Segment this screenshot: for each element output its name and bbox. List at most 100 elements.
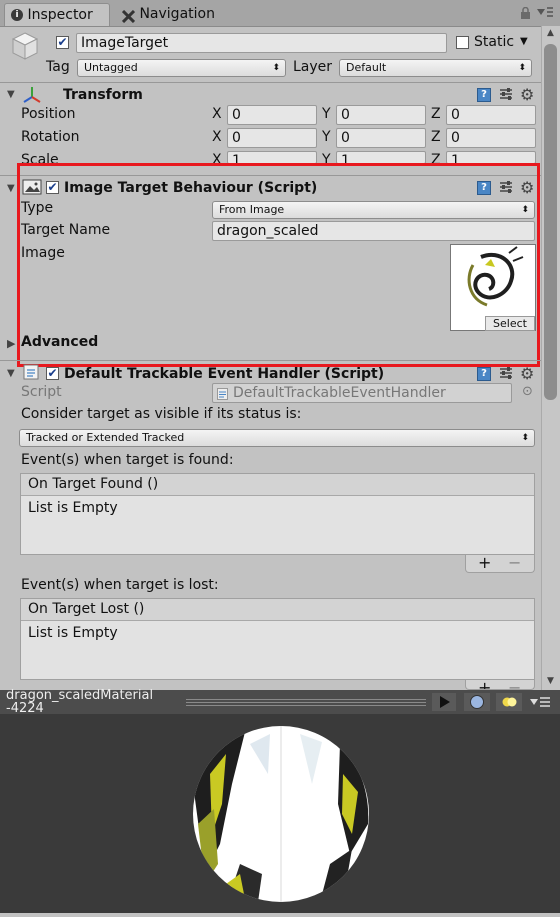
add-event-button[interactable]: + bbox=[478, 553, 491, 572]
preview-menu-icon[interactable] bbox=[528, 694, 552, 714]
found-list-empty: List is Empty bbox=[28, 500, 118, 516]
tab-navigation-label: Navigation bbox=[139, 6, 215, 22]
tab-bar: i Inspector Navigation bbox=[0, 0, 560, 27]
scrollbar-thumb[interactable] bbox=[544, 44, 557, 400]
rotation-y-label[interactable]: Y bbox=[322, 127, 331, 147]
position-z-label[interactable]: Z bbox=[431, 104, 441, 124]
sphere-icon bbox=[470, 695, 484, 709]
gear-icon[interactable]: ⚙ bbox=[520, 364, 534, 383]
preview-light-button[interactable] bbox=[496, 693, 522, 711]
static-dropdown-icon[interactable]: ▼ bbox=[520, 36, 528, 47]
rotation-x-field[interactable]: 0 bbox=[227, 128, 317, 148]
info-icon: i bbox=[11, 9, 23, 21]
event-handler-enabled-checkbox[interactable]: ✔ bbox=[46, 367, 59, 380]
preset-icon[interactable] bbox=[499, 87, 513, 105]
tag-value: Untagged bbox=[84, 61, 138, 74]
drag-handle[interactable] bbox=[186, 699, 426, 700]
gear-icon[interactable]: ⚙ bbox=[520, 85, 534, 104]
material-name: dragon_scaledMaterial -4224 bbox=[6, 689, 153, 715]
scroll-down-arrow-icon[interactable]: ▼ bbox=[544, 676, 557, 688]
material-preview[interactable] bbox=[0, 714, 560, 913]
type-label: Type bbox=[21, 200, 54, 216]
help-icon[interactable]: ? bbox=[477, 181, 491, 195]
position-x-label[interactable]: X bbox=[212, 104, 222, 124]
target-name-field[interactable]: dragon_scaled bbox=[212, 221, 535, 241]
layer-dropdown[interactable]: Default ⬍ bbox=[339, 59, 532, 77]
scale-y-field[interactable]: 1 bbox=[336, 151, 426, 164]
object-picker-icon[interactable]: ⊙ bbox=[522, 384, 533, 399]
position-y-label[interactable]: Y bbox=[322, 104, 331, 124]
on-target-found-list[interactable]: On Target Found () List is Empty bbox=[20, 473, 535, 555]
navigation-icon bbox=[121, 8, 136, 23]
tag-label: Tag bbox=[46, 59, 70, 75]
light-icon bbox=[502, 697, 517, 707]
image-component-icon bbox=[22, 178, 42, 200]
script-value: DefaultTrackableEventHandler bbox=[233, 385, 446, 401]
tab-navigation[interactable]: Navigation bbox=[116, 3, 236, 26]
static-checkbox[interactable] bbox=[456, 36, 469, 49]
layer-value: Default bbox=[346, 61, 387, 74]
type-dropdown[interactable]: From Image ⬍ bbox=[212, 201, 535, 219]
gameobject-name-field[interactable]: ImageTarget bbox=[76, 33, 447, 53]
static-label: Static bbox=[474, 34, 515, 50]
gameobject-cube-icon bbox=[10, 30, 40, 66]
scale-z-label[interactable]: Z bbox=[431, 150, 441, 164]
advanced-foldout-arrow-icon[interactable]: ▶ bbox=[7, 337, 15, 350]
play-preview-button[interactable] bbox=[432, 693, 456, 711]
rotation-x-label[interactable]: X bbox=[212, 127, 222, 147]
lock-icon[interactable] bbox=[520, 6, 531, 24]
scale-y-label[interactable]: Y bbox=[322, 150, 331, 164]
type-dropdown-arrow-icon: ⬍ bbox=[521, 205, 529, 215]
image-label: Image bbox=[21, 245, 65, 261]
add-event-button[interactable]: + bbox=[478, 680, 491, 689]
scale-x-label[interactable]: X bbox=[212, 150, 222, 164]
gameobject-active-checkbox[interactable]: ✔ bbox=[56, 36, 69, 49]
on-target-found-header: On Target Found () bbox=[21, 474, 534, 496]
preview-shape-button[interactable] bbox=[464, 693, 490, 711]
transform-foldout-arrow-icon[interactable]: ▼ bbox=[7, 89, 15, 100]
remove-event-button[interactable]: − bbox=[508, 680, 521, 689]
scale-z-field[interactable]: 1 bbox=[446, 151, 536, 164]
scale-label: Scale bbox=[21, 152, 59, 164]
position-x-field[interactable]: 0 bbox=[227, 105, 317, 125]
remove-event-button[interactable]: − bbox=[508, 553, 521, 572]
divider bbox=[0, 175, 541, 176]
image-target-enabled-checkbox[interactable]: ✔ bbox=[46, 181, 59, 194]
found-list-footer: + − bbox=[465, 553, 535, 573]
preset-icon[interactable] bbox=[499, 180, 513, 198]
status-value: Tracked or Extended Tracked bbox=[26, 431, 185, 444]
tab-inspector-label: Inspector bbox=[27, 7, 93, 23]
advanced-foldout[interactable]: Advanced bbox=[21, 332, 98, 352]
help-icon[interactable]: ? bbox=[477, 88, 491, 102]
scale-x-field[interactable]: 1 bbox=[227, 151, 317, 164]
gear-icon[interactable]: ⚙ bbox=[520, 178, 534, 197]
play-icon bbox=[440, 696, 450, 708]
image-thumbnail[interactable]: Select bbox=[450, 244, 536, 331]
on-target-lost-list[interactable]: On Target Lost () List is Empty bbox=[20, 598, 535, 680]
rotation-label: Rotation bbox=[21, 129, 80, 145]
select-image-button[interactable]: Select bbox=[485, 316, 535, 331]
scroll-up-arrow-icon[interactable]: ▲ bbox=[544, 28, 557, 40]
transform-title: Transform bbox=[63, 87, 143, 103]
preview-header[interactable]: dragon_scaledMaterial -4224 bbox=[0, 689, 560, 715]
rotation-z-label[interactable]: Z bbox=[431, 127, 441, 147]
status-dropdown[interactable]: Tracked or Extended Tracked ⬍ bbox=[19, 429, 535, 447]
script-field: DefaultTrackableEventHandler bbox=[212, 383, 512, 403]
rotation-z-field[interactable]: 0 bbox=[446, 128, 536, 148]
rotation-y-field[interactable]: 0 bbox=[336, 128, 426, 148]
layer-label: Layer bbox=[293, 59, 333, 75]
event-handler-title: Default Trackable Event Handler (Script) bbox=[64, 366, 385, 381]
image-target-foldout-arrow-icon[interactable]: ▼ bbox=[7, 183, 15, 194]
tag-dropdown[interactable]: Untagged ⬍ bbox=[77, 59, 286, 77]
tab-inspector[interactable]: i Inspector bbox=[4, 3, 110, 26]
position-y-field[interactable]: 0 bbox=[336, 105, 426, 125]
lost-list-empty: List is Empty bbox=[28, 625, 118, 641]
tag-dropdown-arrow-icon: ⬍ bbox=[272, 63, 280, 73]
help-icon[interactable]: ? bbox=[477, 367, 491, 381]
type-value: From Image bbox=[219, 203, 285, 216]
position-z-field[interactable]: 0 bbox=[446, 105, 536, 125]
event-handler-foldout-arrow-icon[interactable]: ▼ bbox=[7, 368, 15, 379]
target-name-label: Target Name bbox=[21, 222, 111, 238]
panel-menu-icon[interactable] bbox=[536, 5, 554, 23]
preset-icon[interactable] bbox=[499, 366, 513, 384]
